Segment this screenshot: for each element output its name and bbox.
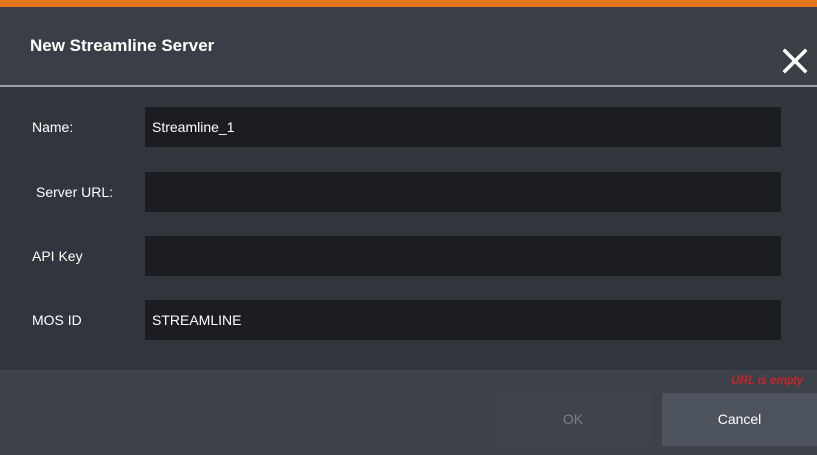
api-key-input[interactable]	[145, 236, 781, 276]
server-url-row: Server URL:	[0, 172, 817, 212]
new-streamline-server-dialog: New Streamline Server Name: Server URL: …	[0, 0, 817, 455]
server-url-input[interactable]	[145, 172, 781, 212]
cancel-button[interactable]: Cancel	[662, 393, 817, 446]
server-url-label: Server URL:	[36, 184, 114, 200]
name-label: Name:	[32, 119, 74, 135]
mos-id-input[interactable]	[145, 300, 781, 340]
server-form: Name: Server URL: API Key MOS ID	[0, 87, 817, 370]
mos-id-row: MOS ID	[0, 300, 817, 340]
close-button[interactable]	[779, 45, 811, 77]
mos-id-label: MOS ID	[32, 312, 82, 328]
ok-button[interactable]: OK	[494, 393, 652, 446]
api-key-row: API Key	[0, 236, 817, 276]
dialog-header: New Streamline Server	[0, 7, 817, 85]
dialog-title: New Streamline Server	[30, 36, 215, 55]
close-icon	[782, 48, 808, 74]
name-row: Name:	[0, 107, 817, 147]
dialog-footer: URL is empty OK Cancel	[0, 370, 817, 455]
api-key-label: API Key	[32, 248, 83, 264]
name-input[interactable]	[145, 107, 781, 147]
validation-error: URL is empty	[731, 373, 803, 387]
accent-bar	[0, 0, 817, 7]
